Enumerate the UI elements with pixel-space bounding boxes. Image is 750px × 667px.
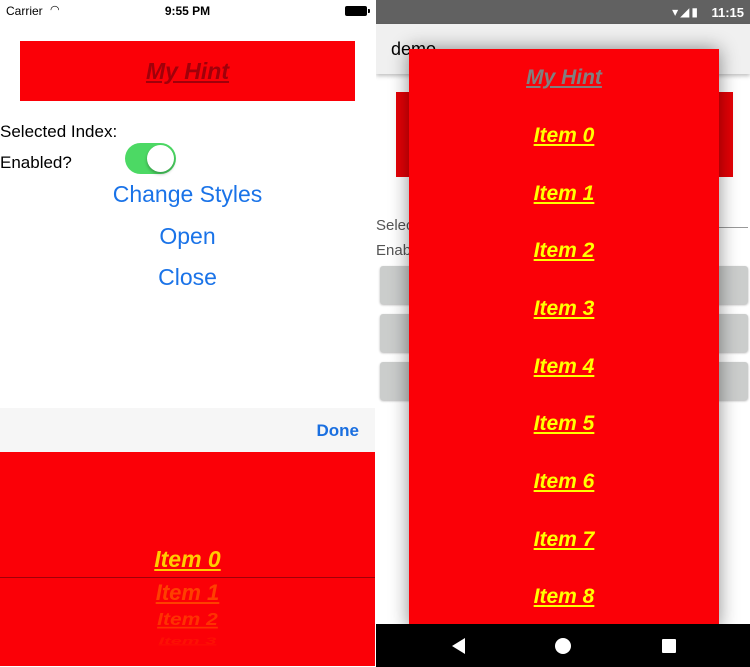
done-button[interactable]: Done bbox=[317, 421, 360, 441]
ios-screen: Carrier ◠ 9:55 PM My Hint Selected Index… bbox=[0, 0, 375, 667]
picker-toolbar: Done bbox=[0, 408, 375, 452]
picker-item[interactable]: Item 1 bbox=[0, 580, 375, 606]
enabled-label: Enabled? bbox=[0, 153, 72, 172]
dialog-hint: My Hint bbox=[526, 66, 602, 89]
dialog-item[interactable]: Item 1 bbox=[409, 182, 719, 206]
change-styles-button[interactable]: Change Styles bbox=[0, 181, 375, 208]
status-time: 11:15 bbox=[711, 5, 744, 20]
dialog-item[interactable]: Item 6 bbox=[409, 470, 719, 494]
status-time: 9:55 PM bbox=[164, 4, 211, 18]
dialog-item[interactable]: Item 8 bbox=[409, 585, 719, 609]
selected-index-label: Selected Index: bbox=[0, 122, 118, 141]
recents-icon[interactable] bbox=[662, 639, 676, 653]
close-button[interactable]: Close bbox=[0, 264, 375, 291]
open-button[interactable]: Open bbox=[0, 223, 375, 250]
picker-hint-field[interactable]: My Hint bbox=[20, 41, 355, 101]
battery-icon bbox=[345, 6, 370, 16]
hint-text: My Hint bbox=[145, 57, 230, 84]
dialog-item[interactable]: Item 3 bbox=[409, 297, 719, 321]
picker-item[interactable]: Item 3 bbox=[0, 636, 375, 646]
picker-selection-line bbox=[0, 577, 375, 578]
dialog-item[interactable]: Item 0 bbox=[409, 124, 719, 148]
navigation-bar bbox=[376, 624, 750, 667]
ios-status-bar: Carrier ◠ 9:55 PM bbox=[0, 0, 375, 22]
home-icon[interactable] bbox=[555, 638, 571, 654]
enabled-toggle[interactable] bbox=[125, 143, 176, 174]
status-icons: ▾◢▮ bbox=[672, 5, 700, 19]
dialog-item[interactable]: Item 4 bbox=[409, 355, 719, 379]
back-icon[interactable] bbox=[452, 638, 465, 654]
dialog-item[interactable]: Item 7 bbox=[409, 528, 719, 552]
picker-wheel[interactable]: Item 0 Item 1 Item 2 Item 3 bbox=[0, 452, 375, 666]
picker-selected-item[interactable]: Item 0 bbox=[0, 546, 375, 573]
dialog-item[interactable]: Item 2 bbox=[409, 239, 719, 263]
android-status-bar: ▾◢▮ 11:15 bbox=[376, 0, 750, 24]
picker-dialog: My Hint Item 0 Item 1 Item 2 Item 3 Item… bbox=[409, 49, 719, 629]
picker-item[interactable]: Item 2 bbox=[0, 610, 375, 630]
toggle-knob bbox=[147, 145, 174, 172]
android-screen: ▾◢▮ 11:15 demo Selected Index: Enabled? … bbox=[376, 0, 750, 667]
dialog-item[interactable]: Item 5 bbox=[409, 412, 719, 436]
background-divider bbox=[716, 227, 748, 228]
